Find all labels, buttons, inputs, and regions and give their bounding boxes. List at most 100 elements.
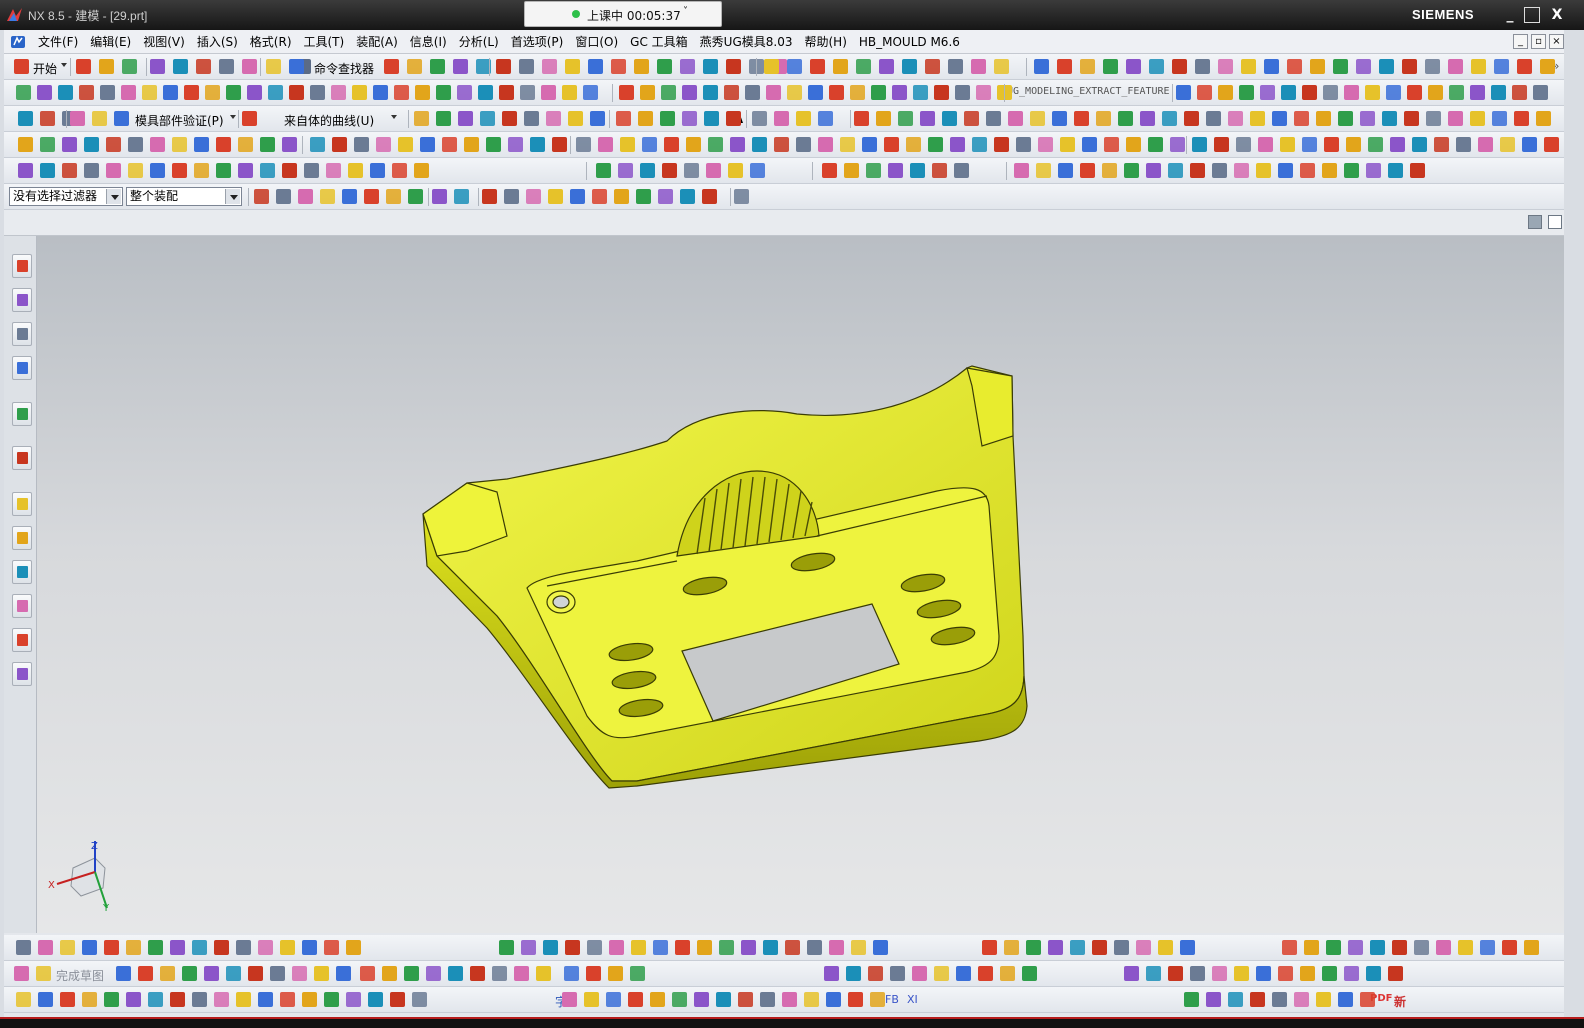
tool-icon[interactable] [873,940,888,955]
menu-item[interactable]: 信息(I) [404,34,453,50]
tool-icon[interactable] [1030,111,1045,126]
tool-icon[interactable] [1425,59,1440,74]
tool-icon[interactable] [932,163,947,178]
menu-item[interactable]: 首选项(P) [505,34,570,50]
tool-icon[interactable] [1500,137,1515,152]
tool-icon[interactable] [1036,163,1051,178]
tool-icon[interactable] [846,966,861,981]
tool-icon[interactable] [1410,163,1425,178]
tool-icon[interactable] [1118,111,1133,126]
tool-icon[interactable] [258,992,273,1007]
xi-button[interactable]: XI [907,993,918,1006]
tool-icon[interactable] [1034,59,1049,74]
fullscreen-icon[interactable] [1548,215,1562,229]
tool-icon[interactable] [270,966,285,981]
tool-icon[interactable] [128,137,143,152]
new-button[interactable]: 新 [1394,993,1406,1010]
tool-icon[interactable] [62,163,77,178]
tool-icon[interactable] [703,59,718,74]
tool-icon[interactable] [16,940,31,955]
tool-icon[interactable] [1228,111,1243,126]
resource-tab[interactable] [12,288,32,312]
tool-icon[interactable] [818,137,833,152]
tool-icon[interactable] [1250,992,1265,1007]
tool-icon[interactable] [214,992,229,1007]
tool-icon[interactable] [492,966,507,981]
tool-icon[interactable] [1492,111,1507,126]
tool-icon[interactable] [182,966,197,981]
tool-icon[interactable] [373,85,388,100]
tool-icon[interactable] [194,163,209,178]
tool-icon[interactable] [126,940,141,955]
tool-icon[interactable] [1448,111,1463,126]
tool-icon[interactable] [590,111,605,126]
tool-icon[interactable] [618,163,633,178]
tool-icon[interactable] [314,966,329,981]
tool-icon[interactable] [172,163,187,178]
tool-icon[interactable] [114,111,129,126]
tool-icon[interactable] [628,992,643,1007]
tool-icon[interactable] [1388,966,1403,981]
tool-icon[interactable] [787,59,802,74]
tool-icon[interactable] [1458,940,1473,955]
tool-icon[interactable] [324,940,339,955]
tool-icon[interactable] [657,59,672,74]
tool-icon[interactable] [508,137,523,152]
tool-icon[interactable] [280,992,295,1007]
selection-scope-dropdown[interactable]: 整个装配 [126,187,242,206]
tool-icon[interactable] [1365,85,1380,100]
tool-icon[interactable] [1092,940,1107,955]
tool-icon[interactable] [1212,966,1227,981]
tool-icon[interactable] [348,163,363,178]
tool-icon[interactable] [884,137,899,152]
tool-icon[interactable] [266,59,281,74]
tool-icon[interactable] [608,966,623,981]
tool-icon[interactable] [1148,137,1163,152]
tool-icon[interactable] [1272,992,1287,1007]
tool-icon[interactable] [194,137,209,152]
tool-icon[interactable] [106,163,121,178]
tool-icon[interactable] [912,966,927,981]
tool-icon[interactable] [60,940,75,955]
tool-icon[interactable] [170,940,185,955]
tool-icon[interactable] [787,85,802,100]
tool-icon[interactable] [1038,137,1053,152]
tool-icon[interactable] [236,992,251,1007]
tool-icon[interactable] [1136,940,1151,955]
tool-icon[interactable] [486,137,501,152]
menu-item[interactable]: 文件(F) [32,34,84,50]
tool-icon[interactable] [196,59,211,74]
tool-icon[interactable] [173,59,188,74]
tool-icon[interactable] [1074,111,1089,126]
tool-icon[interactable] [634,59,649,74]
tool-icon[interactable] [126,992,141,1007]
tool-icon[interactable] [1190,966,1205,981]
tool-icon[interactable] [570,189,585,204]
tool-icon[interactable] [879,59,894,74]
tool-icon[interactable] [796,137,811,152]
tool-icon[interactable] [448,966,463,981]
tool-icon[interactable] [148,992,163,1007]
tool-icon[interactable] [302,940,317,955]
tool-icon[interactable] [785,940,800,955]
tool-icon[interactable] [1366,966,1381,981]
tool-icon[interactable] [564,966,579,981]
recording-status-pill[interactable]: 上课中 00:05:37 ˅ [524,1,722,27]
tool-icon[interactable] [848,992,863,1007]
tool-icon[interactable] [562,992,577,1007]
tool-icon[interactable] [764,59,779,74]
tool-icon[interactable] [1480,940,1495,955]
tool-icon[interactable] [672,992,687,1007]
tool-icon[interactable] [1449,85,1464,100]
tool-icon[interactable] [1126,59,1141,74]
tool-icon[interactable] [260,137,275,152]
tool-icon[interactable] [457,85,472,100]
tool-icon[interactable] [1281,85,1296,100]
tool-icon[interactable] [38,940,53,955]
part-model[interactable]: Z X Y [37,236,1564,933]
tool-icon[interactable] [482,189,497,204]
tool-icon[interactable] [404,966,419,981]
tool-icon[interactable] [1540,59,1555,74]
view-triad-icon[interactable] [1528,215,1542,229]
tool-icon[interactable] [1471,59,1486,74]
